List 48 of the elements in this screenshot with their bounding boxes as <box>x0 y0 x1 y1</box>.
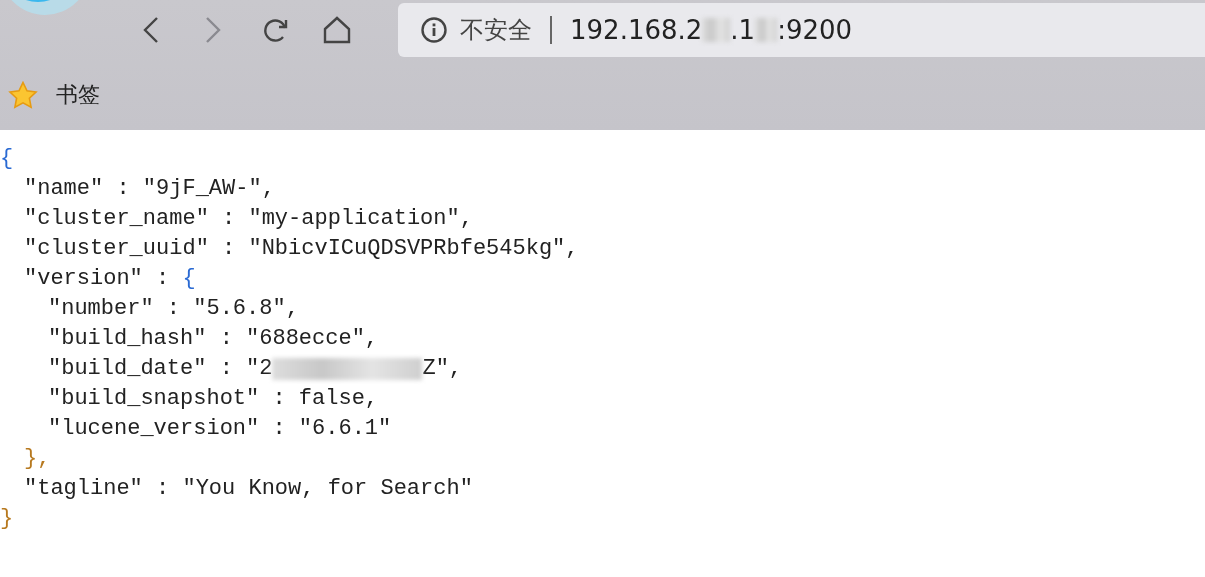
json-key: "build_snapshot" <box>48 384 260 414</box>
json-key: "lucene_version" <box>48 414 260 444</box>
json-brace: } <box>0 505 14 533</box>
json-value: "my-application", <box>248 205 473 233</box>
blurred-text <box>755 18 778 42</box>
json-separator: : <box>221 205 237 233</box>
blurred-text <box>702 18 731 42</box>
json-separator: : <box>115 175 131 203</box>
json-value: "2 <box>246 355 273 383</box>
json-key: "version" <box>24 264 143 294</box>
json-key: "build_hash" <box>48 324 207 354</box>
json-separator: : <box>271 415 287 443</box>
json-value: "688ecce", <box>246 325 379 353</box>
info-icon <box>420 16 448 44</box>
json-key: "cluster_uuid" <box>24 234 209 264</box>
json-key: "number" <box>48 294 154 324</box>
json-separator: : <box>271 385 287 413</box>
url-text: 192.168.2 <box>570 15 703 45</box>
json-value: false, <box>298 385 379 413</box>
security-label: 不安全 <box>460 15 532 46</box>
url-text: :9200 <box>777 15 853 45</box>
json-value: "5.6.8", <box>193 295 299 323</box>
json-separator: : <box>218 355 234 383</box>
json-key: "name" <box>24 174 104 204</box>
json-key: "build_date" <box>48 354 207 384</box>
json-key: "cluster_name" <box>24 204 209 234</box>
json-brace: }, <box>24 445 51 473</box>
forward-icon <box>204 16 222 44</box>
address-bar[interactable]: 不安全 192.168.2 .1 :9200 <box>398 3 1205 57</box>
json-brace: { <box>0 145 14 173</box>
json-value: "You Know, for Search" <box>182 475 473 503</box>
json-separator: : <box>221 235 237 263</box>
json-value: "NbicvICuQDSVPRbfe545kg", <box>248 235 579 263</box>
json-separator: : <box>218 325 234 353</box>
url-text: .1 <box>730 15 756 45</box>
json-value: { <box>182 265 196 293</box>
json-separator: : <box>165 295 182 323</box>
bookmarks-label[interactable]: 书签 <box>56 80 100 110</box>
json-key: "tagline" <box>24 474 143 504</box>
json-value: Z", <box>422 355 463 383</box>
star-icon <box>8 81 38 109</box>
json-separator: : <box>155 475 171 503</box>
json-value: "9jF_AW-", <box>142 175 275 203</box>
json-separator: : <box>155 265 171 293</box>
back-icon <box>142 16 160 44</box>
reload-icon <box>261 16 289 44</box>
home-icon <box>323 16 351 44</box>
json-value: "6.6.1" <box>298 415 392 443</box>
